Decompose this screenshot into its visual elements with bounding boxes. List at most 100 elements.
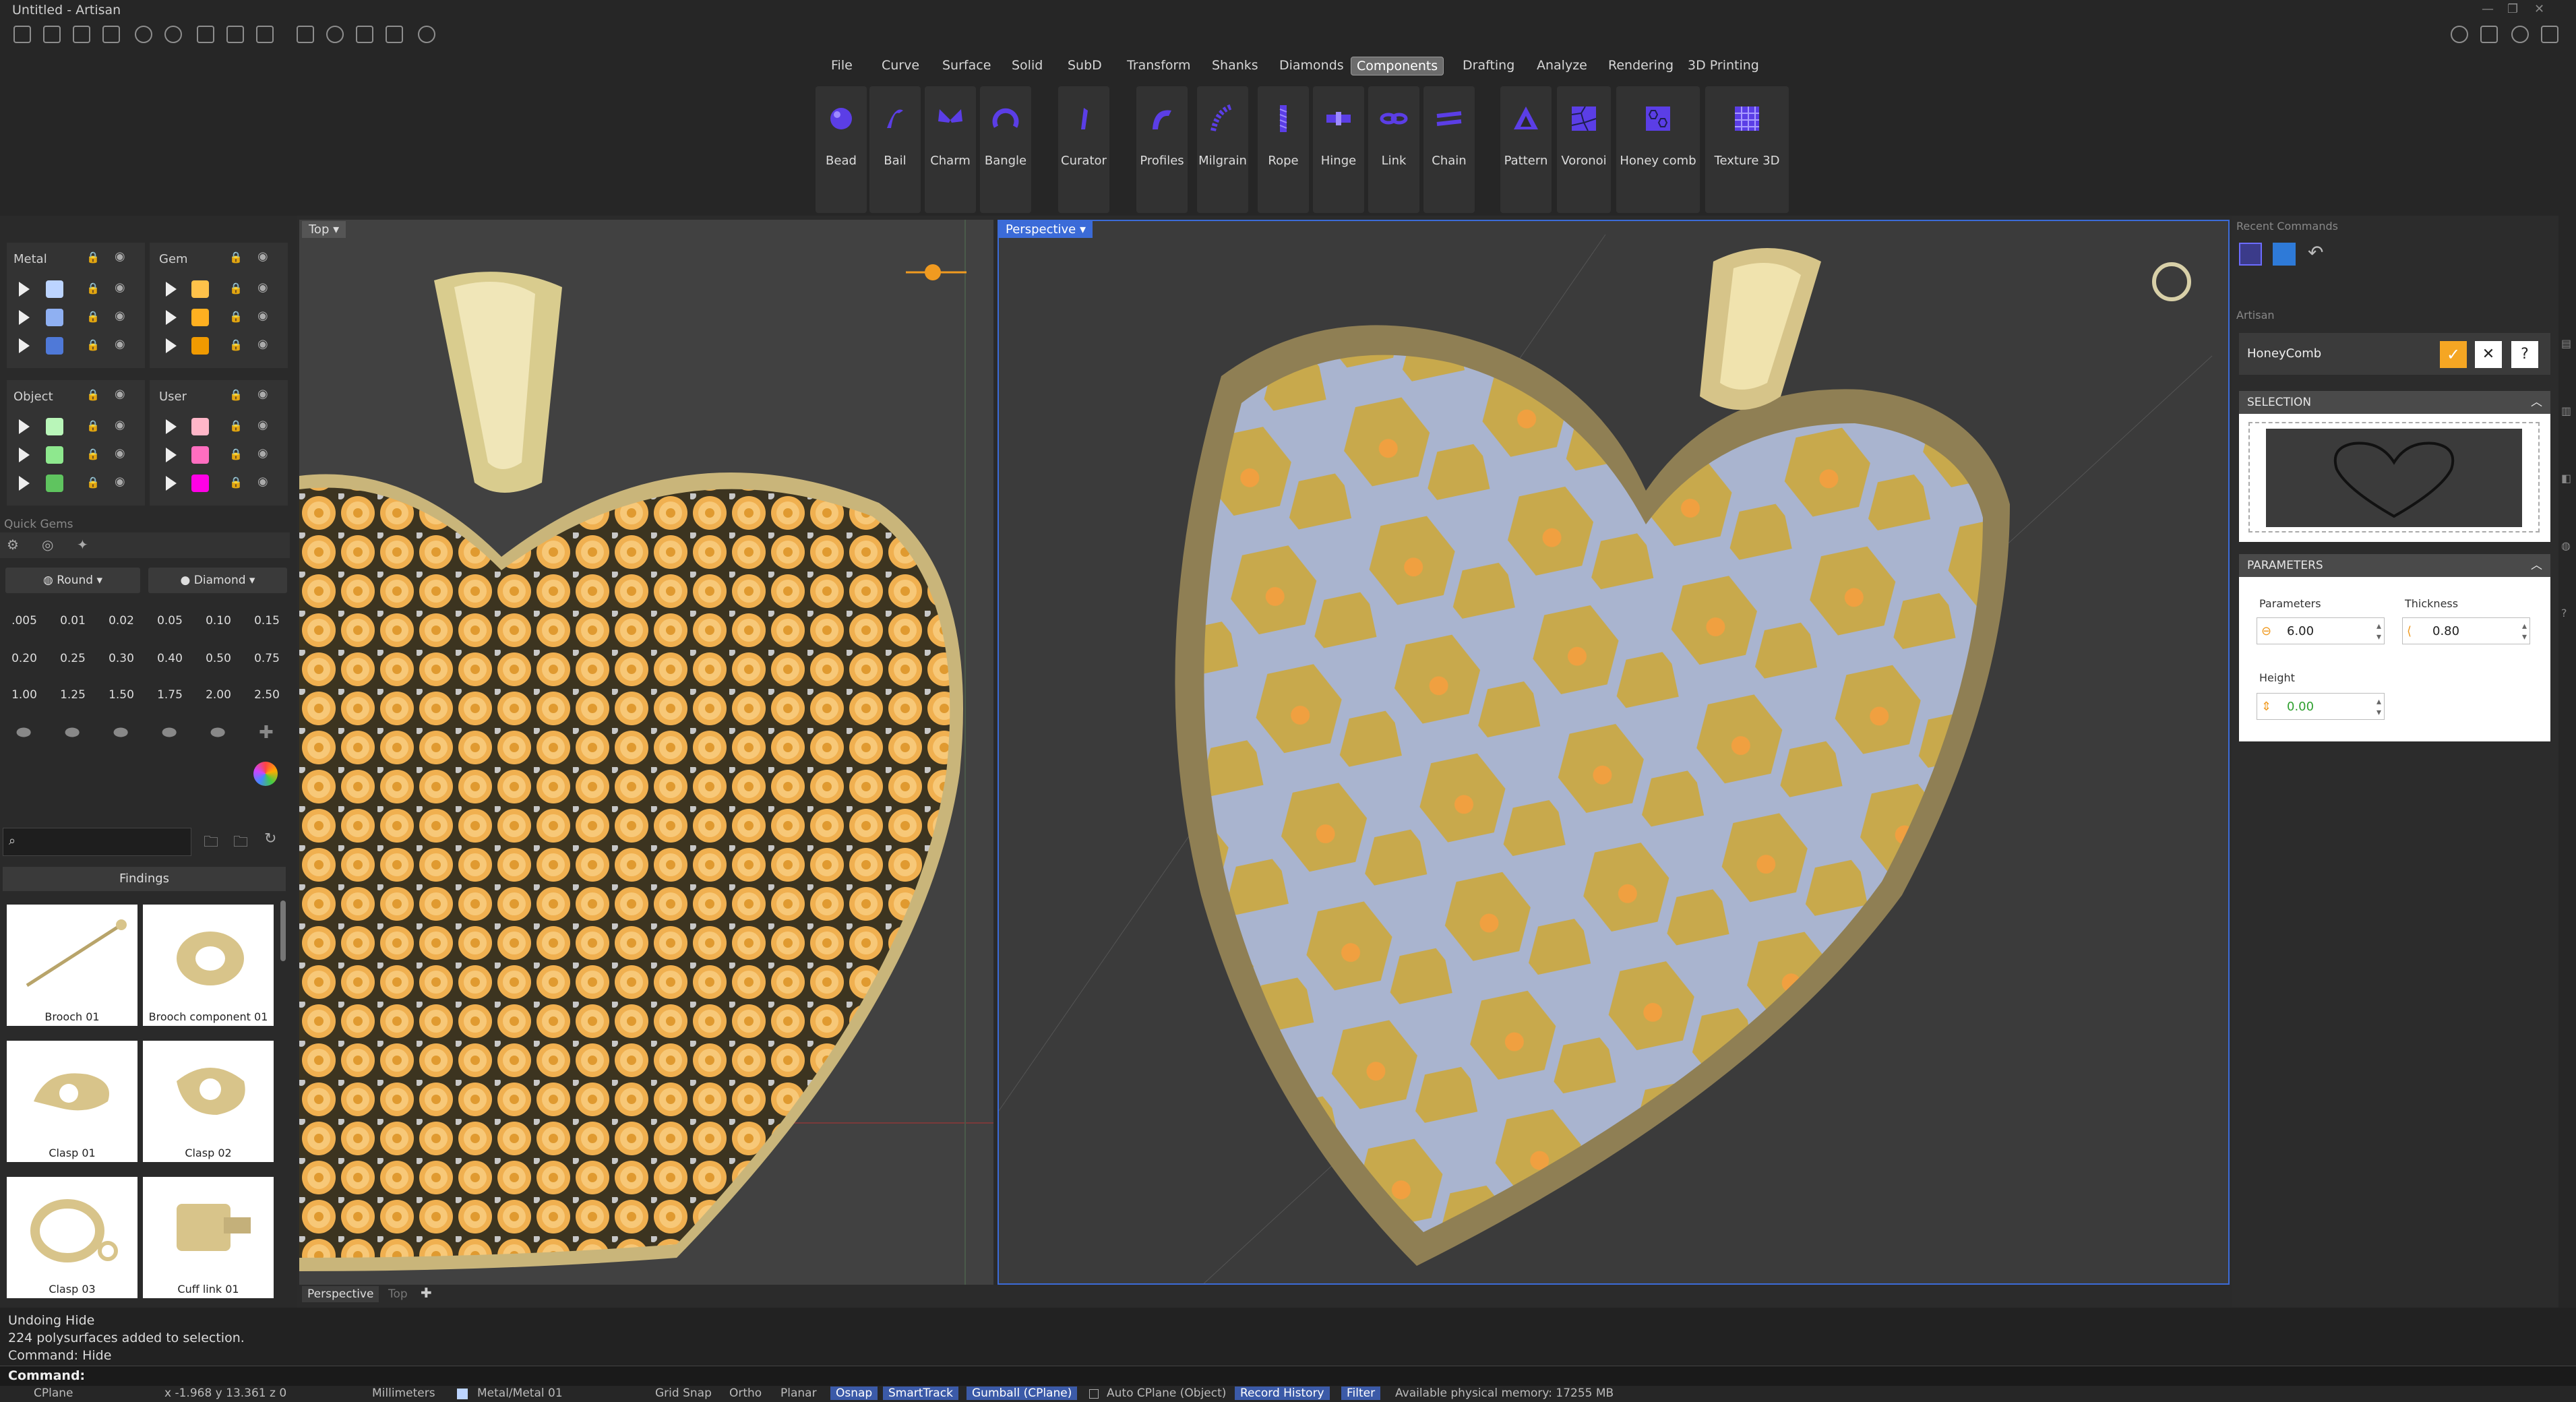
eye-icon[interactable]: ◉ xyxy=(257,249,268,264)
gem-size-button[interactable]: 0.50 xyxy=(198,644,239,673)
eye-icon[interactable]: ◉ xyxy=(115,418,125,432)
save-icon[interactable] xyxy=(197,26,214,43)
status-units[interactable]: Millimeters xyxy=(372,1386,435,1400)
add-tab-icon[interactable]: ✚ xyxy=(421,1285,432,1301)
command-input[interactable]: Command: xyxy=(0,1366,2576,1386)
settings-icon[interactable] xyxy=(418,26,435,43)
import-icon[interactable] xyxy=(102,26,120,43)
layer-color-swatch[interactable] xyxy=(191,280,209,298)
select-icon[interactable] xyxy=(297,26,314,43)
library-item[interactable]: Brooch component 01 xyxy=(143,905,274,1026)
layer-color-swatch[interactable] xyxy=(46,280,63,298)
lock-icon[interactable]: 🔒 xyxy=(86,338,100,351)
gumball-icon[interactable] xyxy=(326,26,344,43)
cut-cushion-icon[interactable]: ⬬ xyxy=(113,723,128,743)
cut-oval-icon[interactable]: ⬬ xyxy=(65,723,80,743)
new-template-icon[interactable] xyxy=(43,26,61,43)
eye-icon[interactable]: ◉ xyxy=(115,387,125,401)
play-icon[interactable] xyxy=(19,282,30,297)
eye-icon[interactable]: ◉ xyxy=(115,446,125,460)
help-button[interactable]: ? xyxy=(2511,341,2538,368)
play-icon[interactable] xyxy=(19,419,30,434)
display-icon[interactable] xyxy=(2480,26,2498,43)
status-auto-cplane[interactable]: Auto CPlane (Object) xyxy=(1107,1386,1226,1400)
library-item[interactable]: Cuff link 01 xyxy=(143,1177,274,1298)
layer-color-swatch[interactable] xyxy=(191,418,209,435)
menu-analyze[interactable]: Analyze xyxy=(1531,57,1593,74)
menu-rendering[interactable]: Rendering xyxy=(1603,57,1679,74)
viewport-top[interactable]: Top ▾ xyxy=(299,220,993,1285)
menu-subd[interactable]: SubD xyxy=(1062,57,1107,74)
gem-size-button[interactable]: 0.30 xyxy=(101,644,142,673)
menu-curve[interactable]: Curve xyxy=(876,57,925,74)
layer-color-swatch[interactable] xyxy=(191,446,209,464)
menu-diamonds[interactable]: Diamonds xyxy=(1274,57,1349,74)
play-icon[interactable] xyxy=(166,282,177,297)
spin-down-icon[interactable]: ▾ xyxy=(2376,623,2381,650)
gem-material-select[interactable]: ● Diamond ▾ xyxy=(148,568,287,593)
lock-icon[interactable]: 🔒 xyxy=(86,476,100,489)
status-record-history[interactable]: Record History xyxy=(1235,1386,1330,1400)
height-field[interactable]: ⇕ 0.00 ▴ ▾ xyxy=(2257,693,2385,720)
eye-icon[interactable]: ◉ xyxy=(257,337,268,351)
menu-file[interactable]: File xyxy=(826,57,858,74)
library-item[interactable]: Clasp 02 xyxy=(143,1041,274,1162)
move-icon[interactable] xyxy=(356,26,373,43)
layer-color-swatch[interactable] xyxy=(46,475,63,492)
tool-milgrain[interactable]: Milgrain xyxy=(1197,86,1248,213)
selection-section-header[interactable]: SELECTION ︿ xyxy=(2239,391,2550,414)
materials-panel-icon[interactable]: ◍ xyxy=(2561,539,2571,552)
status-cplane[interactable]: CPlane xyxy=(34,1386,73,1400)
gem-size-button[interactable]: 1.25 xyxy=(53,681,93,709)
redo-icon[interactable] xyxy=(164,26,182,43)
spin-down-icon[interactable]: ▾ xyxy=(2376,699,2381,726)
cut-marquise-icon[interactable]: ⬬ xyxy=(162,723,177,743)
status-planar[interactable]: Planar xyxy=(780,1386,817,1400)
help-panel-icon[interactable]: ? xyxy=(2561,607,2567,619)
tool-bead[interactable]: Bead xyxy=(816,86,867,213)
status-ortho[interactable]: Ortho xyxy=(729,1386,762,1400)
undo-icon[interactable] xyxy=(135,26,152,43)
spin-down-icon[interactable]: ▾ xyxy=(2522,623,2527,650)
layer-color-swatch[interactable] xyxy=(46,446,63,464)
undo-recent-icon[interactable]: ↶ xyxy=(2308,241,2323,264)
tool-pattern[interactable]: Pattern xyxy=(1500,86,1552,213)
lock-icon[interactable]: 🔒 xyxy=(86,251,100,264)
eye-icon[interactable]: ◉ xyxy=(257,418,268,432)
gem-size-button[interactable]: .005 xyxy=(4,607,44,635)
menu-3d-printing[interactable]: 3D Printing xyxy=(1682,57,1765,74)
options-icon[interactable] xyxy=(2541,26,2558,43)
gem-size-button[interactable]: 0.75 xyxy=(247,644,287,673)
gem-size-button[interactable]: 2.00 xyxy=(198,681,239,709)
status-smarttrack[interactable]: SmartTrack xyxy=(883,1386,958,1400)
gem-size-button[interactable]: 1.50 xyxy=(101,681,142,709)
selection-box[interactable] xyxy=(2239,414,2550,542)
color-wheel-icon[interactable] xyxy=(253,762,278,786)
scale-icon[interactable] xyxy=(386,26,403,43)
gem-size-button[interactable]: 2.50 xyxy=(247,681,287,709)
gem-size-button[interactable]: 0.40 xyxy=(150,644,190,673)
lock-icon[interactable]: 🔒 xyxy=(229,338,243,351)
gem-size-button[interactable]: 0.01 xyxy=(53,607,93,635)
layer-color-swatch[interactable] xyxy=(191,337,209,355)
menu-components[interactable]: Components xyxy=(1351,57,1444,75)
close-icon[interactable]: ✕ xyxy=(2534,2,2544,16)
lock-icon[interactable]: 🔒 xyxy=(229,282,243,295)
cut-add-icon[interactable]: ✚ xyxy=(259,723,274,743)
gem-size-button[interactable]: 0.15 xyxy=(247,607,287,635)
refresh-icon[interactable]: ↻ xyxy=(264,830,276,847)
tab-top[interactable]: Top xyxy=(383,1286,413,1302)
play-icon[interactable] xyxy=(166,338,177,353)
tool-profiles[interactable]: Profiles xyxy=(1136,86,1188,213)
lock-icon[interactable]: 🔒 xyxy=(86,310,100,323)
lock-icon[interactable]: 🔒 xyxy=(86,448,100,460)
layer-color-swatch[interactable] xyxy=(191,475,209,492)
eye-icon[interactable]: ◉ xyxy=(257,475,268,489)
gem-size-button[interactable]: 0.02 xyxy=(101,607,142,635)
tool-chain[interactable]: Chain xyxy=(1423,86,1475,213)
lock-icon[interactable]: 🔒 xyxy=(229,448,243,460)
tool-curator[interactable]: Curator xyxy=(1058,86,1109,213)
recent-command-icon[interactable] xyxy=(2273,243,2296,266)
status-layer[interactable]: Metal/Metal 01 xyxy=(477,1386,563,1400)
tool-bangle[interactable]: Bangle xyxy=(980,86,1031,213)
